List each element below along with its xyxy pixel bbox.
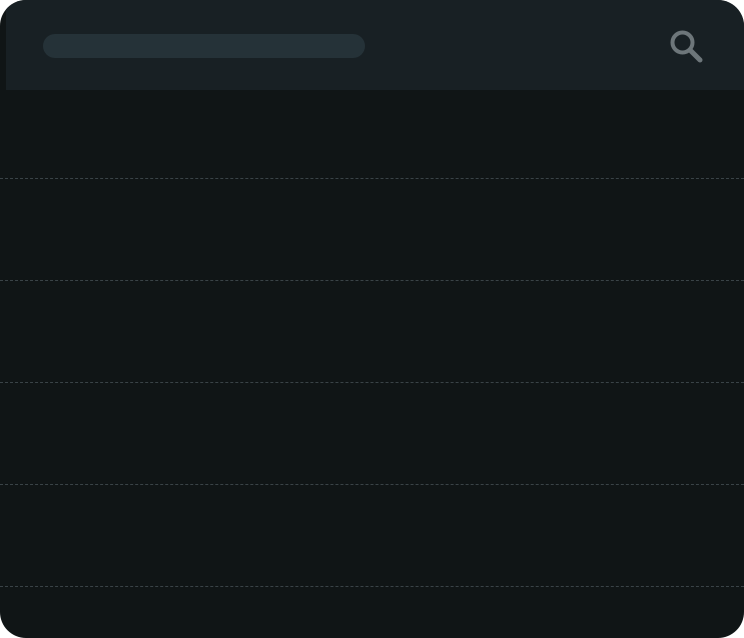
list-divider [0,178,744,179]
list-divider [0,586,744,587]
list-divider [0,382,744,383]
top-bar [6,0,744,90]
content-list [0,90,744,638]
list-divider [0,484,744,485]
list-divider [0,280,744,281]
search-icon[interactable] [669,29,703,63]
app-window [0,0,744,638]
search-input[interactable] [43,34,365,58]
